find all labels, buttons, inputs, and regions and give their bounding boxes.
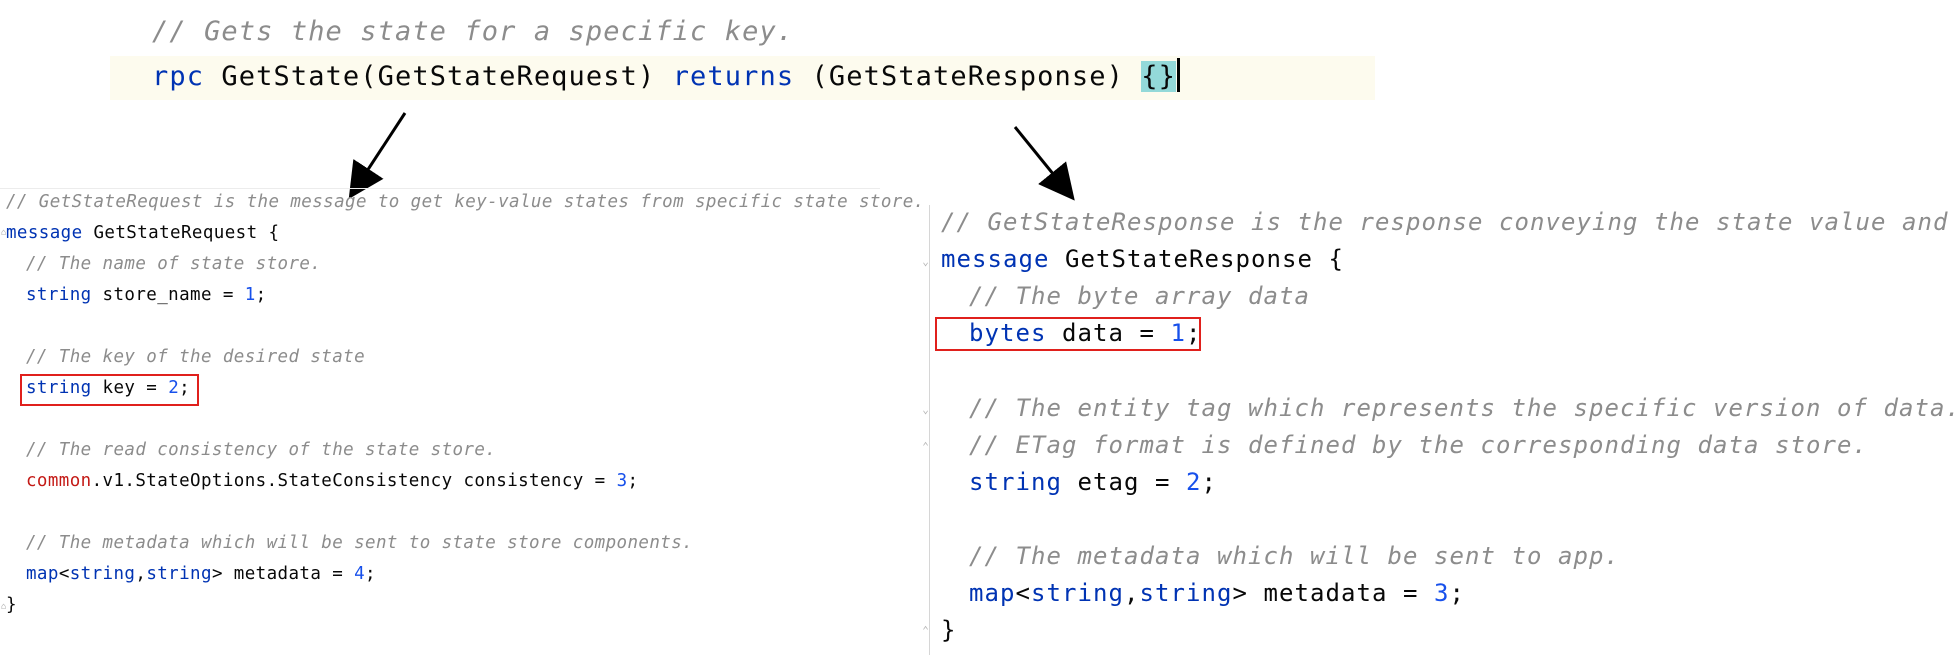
highlight-box-data xyxy=(935,317,1201,351)
fold-marker-icon: ⌃ xyxy=(922,440,929,453)
field-comment: // The read consistency of the state sto… xyxy=(26,440,497,460)
field-store-name: string store_name = 1; xyxy=(26,285,267,305)
request-message-header: message GetStateRequest { xyxy=(6,223,280,243)
field-comment: // The entity tag which represents the s… xyxy=(969,394,1955,422)
field-etag: string etag = 2; xyxy=(969,468,1217,496)
field-metadata: map<string,string> metadata = 4; xyxy=(26,564,376,584)
arrow-to-response xyxy=(1013,126,1075,201)
fold-marker-icon: ⌄ xyxy=(922,403,929,416)
field-comment: // The name of state store. xyxy=(26,254,322,274)
left-panel-top-divider xyxy=(0,188,880,189)
arrow-to-request xyxy=(348,112,407,200)
editor-gutter-line xyxy=(929,205,930,655)
request-doc-comment: // GetStateRequest is the message to get… xyxy=(6,192,925,212)
fold-marker-icon: ⌄ xyxy=(922,255,929,268)
fold-marker-icon: ⌃ xyxy=(922,624,929,637)
field-comment: // ETag format is defined by the corresp… xyxy=(969,431,1868,459)
field-comment: // The metadata which will be sent to st… xyxy=(26,533,694,553)
highlight-box-key xyxy=(20,374,199,406)
field-metadata: map<string,string> metadata = 3; xyxy=(969,579,1465,607)
response-doc-comment: // GetStateResponse is the response conv… xyxy=(941,208,1955,236)
response-message-header: message GetStateResponse { xyxy=(941,245,1344,273)
field-comment: // The byte array data xyxy=(969,282,1310,310)
field-comment: // The metadata which will be sent to ap… xyxy=(969,542,1620,570)
field-comment: // The key of the desired state xyxy=(26,347,366,367)
response-message-close: } xyxy=(941,616,957,644)
request-message-close: } xyxy=(6,595,17,615)
field-consistency: common.v1.StateOptions.StateConsistency … xyxy=(26,471,639,491)
